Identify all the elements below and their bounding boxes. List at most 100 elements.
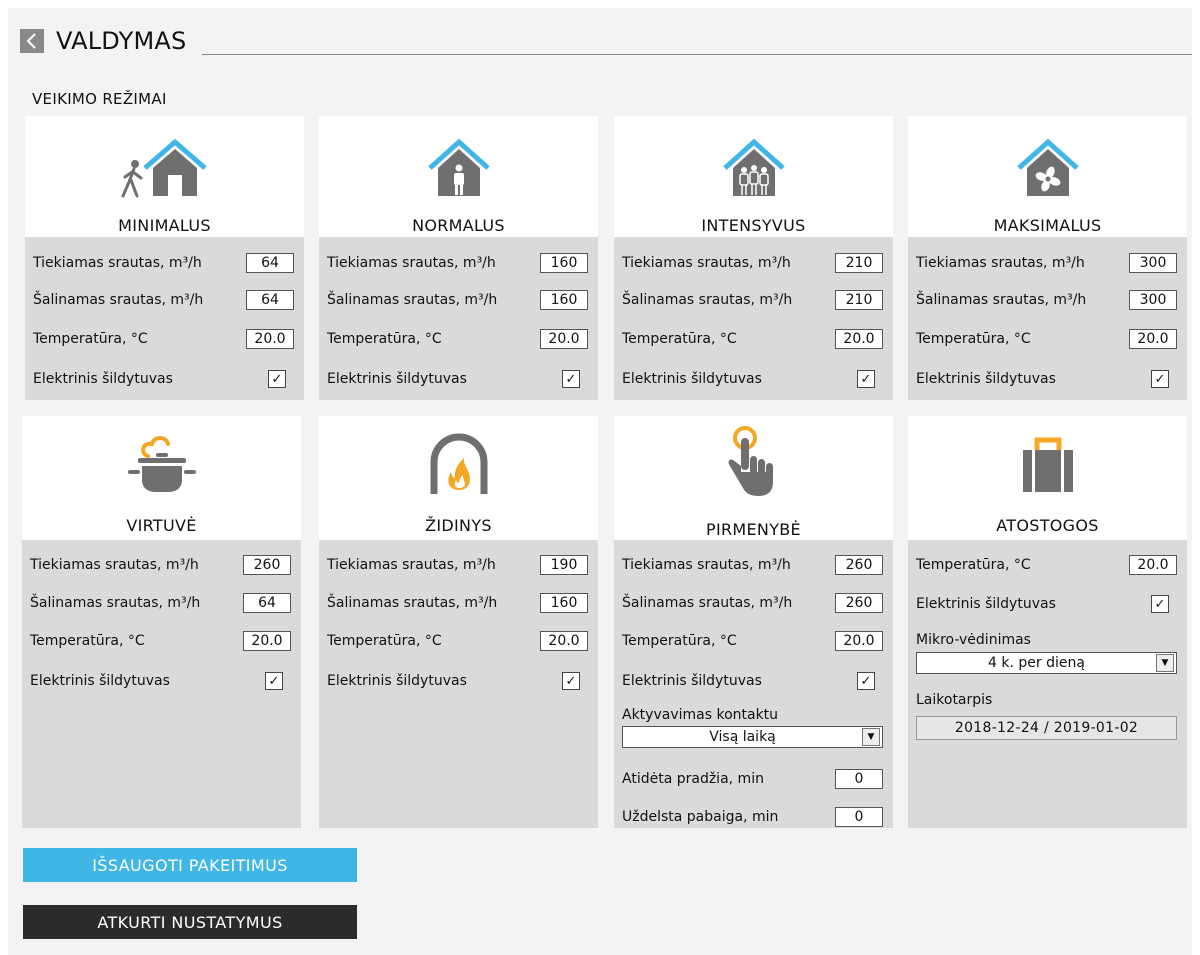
mode-card-virtuve[interactable]: VIRTUVĖ Tiekiamas srautas, m³/h 260 Šali…	[22, 416, 301, 828]
extract-flow-label: Šalinamas srautas, m³/h	[327, 595, 498, 611]
temperature-input[interactable]: 20.0	[835, 631, 883, 651]
delayed-start-input[interactable]: 0	[835, 769, 883, 789]
header-divider	[202, 54, 1192, 55]
temperature-label: Temperatūra, °C	[622, 331, 737, 347]
extract-flow-input[interactable]: 300	[1129, 290, 1177, 310]
supply-flow-input[interactable]: 190	[540, 555, 588, 575]
mode-title: VIRTUVĖ	[126, 516, 197, 535]
heater-label: Elektrinis šildytuvas	[622, 673, 762, 689]
extract-flow-input[interactable]: 210	[835, 290, 883, 310]
touch-hand-icon	[728, 426, 773, 496]
mode-title: MINIMALUS	[118, 216, 211, 235]
extract-flow-input[interactable]: 160	[540, 593, 588, 613]
page: VALDYMAS VEIKIMO REŽIMAI MINIMALUS Tieki…	[8, 8, 1192, 955]
micro-ventilation-value: 4 k. per dieną	[988, 655, 1085, 671]
temperature-label: Temperatūra, °C	[327, 331, 442, 347]
heater-checkbox[interactable]: ✓	[857, 672, 875, 690]
heater-label: Elektrinis šildytuvas	[916, 596, 1056, 612]
extract-flow-label: Šalinamas srautas, m³/h	[327, 292, 498, 308]
reset-settings-button[interactable]: ATKURTI NUSTATYMUS	[23, 905, 357, 939]
mode-card-normalus[interactable]: NORMALUS Tiekiamas srautas, m³/h 160 Šal…	[319, 116, 598, 400]
mode-card-maksimalus[interactable]: MAKSIMALUS Tiekiamas srautas, m³/h 300 Š…	[908, 116, 1187, 400]
temperature-input[interactable]: 20.0	[835, 329, 883, 349]
temperature-label: Temperatūra, °C	[916, 331, 1031, 347]
supply-flow-label: Tiekiamas srautas, m³/h	[33, 255, 202, 271]
supply-flow-input[interactable]: 260	[243, 555, 291, 575]
heater-label: Elektrinis šildytuvas	[327, 673, 467, 689]
delayed-end-input[interactable]: 0	[835, 807, 883, 827]
temperature-label: Temperatūra, °C	[327, 633, 442, 649]
heater-checkbox[interactable]: ✓	[268, 370, 286, 388]
temperature-input[interactable]: 20.0	[540, 631, 588, 651]
mode-title: MAKSIMALUS	[993, 216, 1102, 235]
supply-flow-label: Tiekiamas srautas, m³/h	[30, 557, 199, 573]
mode-title: INTENSYVUS	[701, 216, 806, 235]
temperature-label: Temperatūra, °C	[33, 331, 148, 347]
period-label: Laikotarpis	[916, 692, 993, 708]
supply-flow-input[interactable]: 300	[1129, 253, 1177, 273]
extract-flow-label: Šalinamas srautas, m³/h	[30, 595, 201, 611]
extract-flow-label: Šalinamas srautas, m³/h	[33, 292, 204, 308]
chevron-down-icon[interactable]: ▼	[862, 728, 880, 746]
back-button[interactable]	[20, 29, 44, 53]
extract-flow-label: Šalinamas srautas, m³/h	[916, 292, 1087, 308]
walking-person-house-icon	[121, 138, 207, 198]
cooking-pot-icon	[127, 436, 196, 492]
suitcase-icon	[1022, 437, 1073, 492]
extract-flow-label: Šalinamas srautas, m³/h	[622, 595, 793, 611]
heater-label: Elektrinis šildytuvas	[30, 673, 170, 689]
supply-flow-input[interactable]: 64	[246, 253, 294, 273]
page-title: VALDYMAS	[56, 27, 187, 55]
period-date-range[interactable]: 2018-12-24 / 2019-01-02	[916, 716, 1177, 740]
extract-flow-input[interactable]: 260	[835, 593, 883, 613]
supply-flow-label: Tiekiamas srautas, m³/h	[916, 255, 1085, 271]
extract-flow-input[interactable]: 64	[243, 593, 291, 613]
heater-label: Elektrinis šildytuvas	[622, 371, 762, 387]
temperature-input[interactable]: 20.0	[243, 631, 291, 651]
contact-activation-label: Aktyvavimas kontaktu	[622, 707, 779, 723]
micro-ventilation-label: Mikro-vėdinimas	[916, 632, 1031, 648]
mode-title: ATOSTOGOS	[996, 516, 1099, 535]
supply-flow-label: Tiekiamas srautas, m³/h	[622, 557, 791, 573]
micro-ventilation-select[interactable]: 4 k. per dieną ▼	[916, 652, 1177, 674]
supply-flow-label: Tiekiamas srautas, m³/h	[327, 255, 496, 271]
section-label: VEIKIMO REŽIMAI	[32, 90, 167, 108]
save-changes-button[interactable]: IŠSAUGOTI PAKEITIMUS	[23, 848, 357, 882]
heater-checkbox[interactable]: ✓	[265, 672, 283, 690]
mode-card-zidinys[interactable]: ŽIDINYS Tiekiamas srautas, m³/h 190 Šali…	[319, 416, 598, 828]
mode-card-intensyvus[interactable]: INTENSYVUS Tiekiamas srautas, m³/h 210 Š…	[614, 116, 893, 400]
extract-flow-input[interactable]: 64	[246, 290, 294, 310]
extract-flow-label: Šalinamas srautas, m³/h	[622, 292, 793, 308]
chevron-down-icon[interactable]: ▼	[1156, 654, 1174, 672]
mode-card-pirmenybe[interactable]: PIRMENYBĖ Tiekiamas srautas, m³/h 260 Ša…	[614, 416, 893, 828]
contact-activation-value: Visą laiką	[709, 729, 776, 745]
contact-activation-select[interactable]: Visą laiką ▼	[622, 726, 883, 748]
delayed-end-label: Uždelsta pabaiga, min	[622, 809, 779, 825]
mode-title: ŽIDINYS	[425, 516, 492, 535]
temperature-label: Temperatūra, °C	[30, 633, 145, 649]
heater-checkbox[interactable]: ✓	[1151, 370, 1169, 388]
mode-title: PIRMENYBĖ	[706, 520, 801, 539]
supply-flow-input[interactable]: 210	[835, 253, 883, 273]
temperature-input[interactable]: 20.0	[1129, 555, 1177, 575]
supply-flow-input[interactable]: 260	[835, 555, 883, 575]
heater-checkbox[interactable]: ✓	[857, 370, 875, 388]
temperature-label: Temperatūra, °C	[916, 557, 1031, 573]
supply-flow-label: Tiekiamas srautas, m³/h	[327, 557, 496, 573]
fan-house-icon	[1016, 138, 1079, 196]
heater-checkbox[interactable]: ✓	[562, 672, 580, 690]
group-house-icon	[722, 138, 785, 196]
heater-label: Elektrinis šildytuvas	[327, 371, 467, 387]
heater-checkbox[interactable]: ✓	[562, 370, 580, 388]
heater-label: Elektrinis šildytuvas	[33, 371, 173, 387]
temperature-input[interactable]: 20.0	[246, 329, 294, 349]
supply-flow-label: Tiekiamas srautas, m³/h	[622, 255, 791, 271]
heater-checkbox[interactable]: ✓	[1151, 595, 1169, 613]
extract-flow-input[interactable]: 160	[540, 290, 588, 310]
mode-title: NORMALUS	[412, 216, 505, 235]
temperature-input[interactable]: 20.0	[1129, 329, 1177, 349]
mode-card-atostogos[interactable]: ATOSTOGOS Temperatūra, °C 20.0 Elektrini…	[908, 416, 1187, 828]
supply-flow-input[interactable]: 160	[540, 253, 588, 273]
temperature-input[interactable]: 20.0	[540, 329, 588, 349]
mode-card-minimalus[interactable]: MINIMALUS Tiekiamas srautas, m³/h 64 Šal…	[25, 116, 304, 400]
